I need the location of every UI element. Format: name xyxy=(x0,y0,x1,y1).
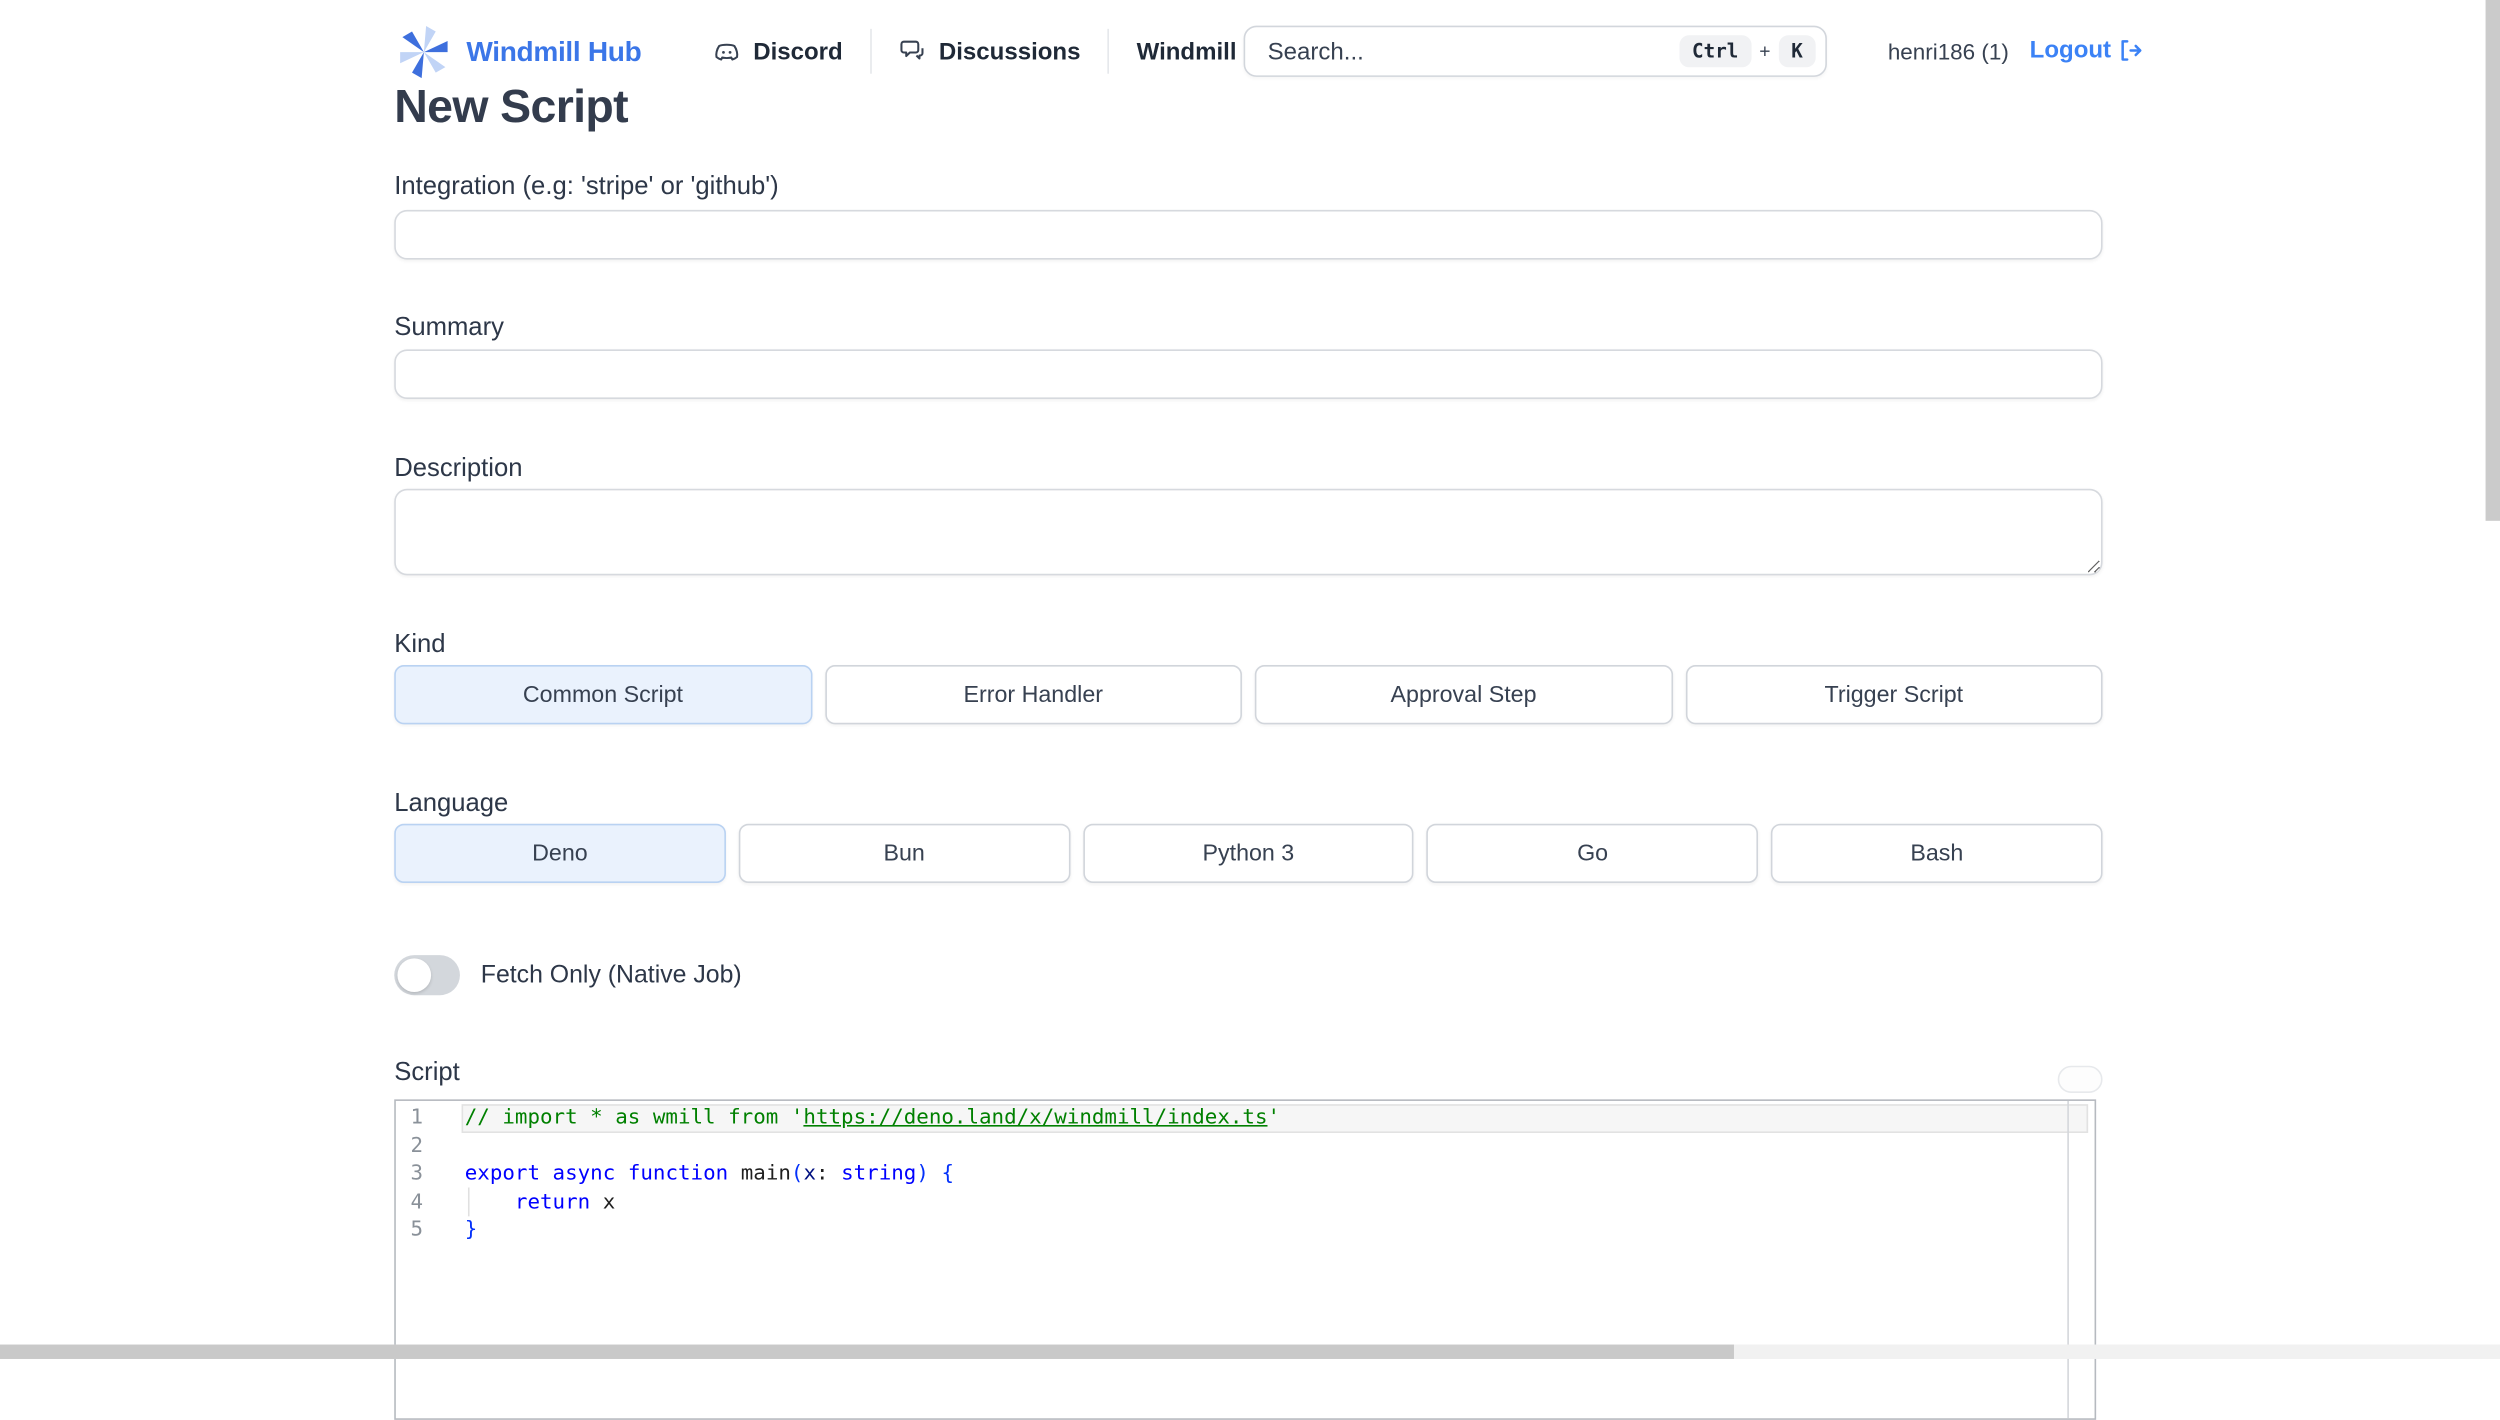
windmill-hub-logo[interactable]: Windmill Hub xyxy=(394,22,642,81)
header-nav: Discord Discussions Windmill xyxy=(712,19,1237,83)
vertical-scrollbar-thumb[interactable] xyxy=(2485,0,2500,521)
line-number: 5 xyxy=(410,1217,424,1242)
horizontal-scrollbar-thumb[interactable] xyxy=(0,1344,1734,1359)
editor-gutter: 1 2 3 4 5 xyxy=(396,1104,462,1244)
language-option-deno[interactable]: Deno xyxy=(394,823,726,884)
line-number: 3 xyxy=(410,1161,424,1186)
language-option-bun[interactable]: Bun xyxy=(738,823,1070,884)
kind-label: Kind xyxy=(394,631,446,659)
kbd-k: K xyxy=(1778,35,1816,68)
kind-option-trigger-script[interactable]: Trigger Script xyxy=(1685,665,2103,725)
logo-text: Windmill Hub xyxy=(466,35,642,68)
integration-input[interactable] xyxy=(394,209,2103,260)
kind-option-error-handler[interactable]: Error Handler xyxy=(824,665,1242,725)
fetch-only-toggle[interactable] xyxy=(394,955,460,996)
search-box[interactable]: Ctrl + K xyxy=(1243,25,1827,77)
description-label: Description xyxy=(394,455,523,483)
toggle-knob xyxy=(397,958,432,992)
summary-label: Summary xyxy=(394,314,504,342)
language-options: Deno Bun Python 3 Go Bash xyxy=(394,823,2103,884)
editor-scrollbar-gutter xyxy=(2067,1100,2069,1419)
nav-divider xyxy=(869,28,872,74)
kbd-ctrl: Ctrl xyxy=(1679,35,1752,68)
line-number: 1 xyxy=(410,1105,424,1130)
kind-option-common-script[interactable]: Common Script xyxy=(394,665,812,725)
nav-label-discord: Discord xyxy=(753,37,843,65)
logout-label: Logout xyxy=(2029,36,2112,65)
line-number: 4 xyxy=(410,1189,424,1214)
fetch-only-row: Fetch Only (Native Job) xyxy=(394,955,742,996)
kind-option-approval-step[interactable]: Approval Step xyxy=(1254,665,1673,725)
username-label: henri186 (1) xyxy=(1887,37,2009,64)
language-option-python3[interactable]: Python 3 xyxy=(1082,823,1415,884)
nav-divider xyxy=(1107,28,1110,74)
windmill-logo-icon xyxy=(394,22,453,81)
script-label: Script xyxy=(394,1059,460,1087)
nav-label-windmill: Windmill xyxy=(1136,37,1237,65)
horizontal-scrollbar[interactable] xyxy=(0,1344,2500,1359)
nav-item-windmill[interactable]: Windmill xyxy=(1137,38,1237,65)
page-title: New Script xyxy=(394,81,629,134)
logout-button[interactable]: Logout xyxy=(2030,37,2145,64)
kind-options: Common Script Error Handler Approval Ste… xyxy=(394,665,2103,725)
code-line[interactable]: return x xyxy=(465,1188,2095,1216)
page: Windmill Hub Discord Discussions Windmil… xyxy=(0,0,2500,1420)
integration-label: Integration (e.g: 'stripe' or 'github') xyxy=(394,173,779,201)
user-area: henri186 (1) Logout xyxy=(1888,0,2145,101)
kbd-plus: + xyxy=(1759,40,1771,63)
search-input[interactable] xyxy=(1267,37,1680,65)
nav-item-discord[interactable]: Discord xyxy=(712,36,843,66)
code-line[interactable]: export async function main(x: string) { xyxy=(465,1160,2095,1188)
language-option-go[interactable]: Go xyxy=(1426,823,1759,884)
nav-label-discussions: Discussions xyxy=(938,37,1081,65)
code-line[interactable] xyxy=(465,1132,2095,1160)
code-line[interactable]: // import * as wmill from 'https://deno.… xyxy=(465,1104,2095,1132)
code-line[interactable]: } xyxy=(465,1216,2095,1244)
editor-code-lines: // import * as wmill from 'https://deno.… xyxy=(465,1104,2095,1244)
discord-icon xyxy=(712,36,742,66)
fetch-only-label: Fetch Only (Native Job) xyxy=(480,960,742,988)
discussions-icon xyxy=(899,37,928,66)
line-number: 2 xyxy=(410,1133,424,1158)
indent-guide xyxy=(467,1187,470,1217)
nav-item-discussions[interactable]: Discussions xyxy=(899,37,1081,66)
search-shortcut: Ctrl + K xyxy=(1679,35,1816,68)
editor-theme-toggle-pill[interactable] xyxy=(2057,1065,2103,1093)
language-label: Language xyxy=(394,790,509,818)
summary-input[interactable] xyxy=(394,349,2103,400)
language-option-bash[interactable]: Bash xyxy=(1771,823,2103,884)
code-editor[interactable]: 1 2 3 4 5 // import * as wmill from 'https:/… xyxy=(394,1099,2097,1420)
description-textarea[interactable] xyxy=(394,488,2103,576)
logout-icon xyxy=(2117,37,2144,64)
